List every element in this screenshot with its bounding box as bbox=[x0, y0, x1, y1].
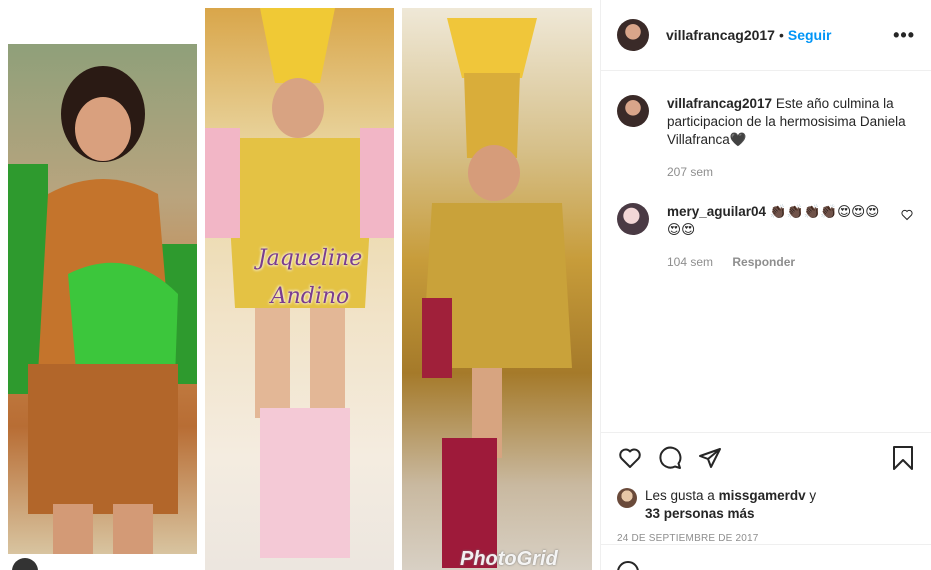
comment-like-icon[interactable] bbox=[901, 209, 915, 271]
comment-username[interactable]: mery_aguilar04 bbox=[667, 204, 766, 219]
caption: villafrancag2017 Este año culmina la par… bbox=[617, 71, 915, 181]
comment-body: mery_aguilar04 👏🏿👏🏿👏🏿👏🏿😍😍😍😍😍 104 sem Res… bbox=[667, 203, 891, 271]
comment-item: mery_aguilar04 👏🏿👏🏿👏🏿👏🏿😍😍😍😍😍 104 sem Res… bbox=[617, 181, 915, 271]
caption-username[interactable]: villafrancag2017 bbox=[667, 96, 772, 111]
likes-connector: y bbox=[809, 488, 817, 503]
follow-button[interactable]: Seguir bbox=[788, 27, 832, 43]
avatar[interactable] bbox=[617, 203, 649, 235]
photo-panel-center: Jaqueline Andino bbox=[205, 8, 394, 570]
comment-icon[interactable] bbox=[657, 445, 683, 471]
likes-others-link[interactable]: 33 personas más bbox=[645, 506, 755, 521]
likes-summary: Les gusta a missgamerdv y 33 personas má… bbox=[617, 487, 916, 523]
avatar[interactable] bbox=[617, 488, 637, 508]
comment-age[interactable]: 104 sem bbox=[667, 255, 713, 269]
photogrid-watermark: PhotoGrid bbox=[460, 548, 558, 570]
post-dialog: Jaqueline Andino PhotoGrid villafrancag2… bbox=[0, 0, 931, 570]
likes-text: Les gusta a missgamerdv y 33 personas má… bbox=[645, 487, 816, 523]
reply-button[interactable]: Responder bbox=[732, 255, 795, 269]
header-separator: • bbox=[778, 27, 784, 43]
photo-overlay-first-name: Jaqueline bbox=[257, 246, 363, 271]
caption-meta: 207 sem bbox=[667, 163, 915, 181]
photo-overlay-last-name: Andino bbox=[270, 284, 350, 309]
photo-panel-left bbox=[8, 44, 197, 554]
likes-user-link[interactable]: missgamerdv bbox=[719, 488, 806, 503]
photo-panel-right bbox=[402, 8, 592, 570]
costume-drum-major-illustration bbox=[422, 18, 572, 568]
costume-green-illustration bbox=[8, 66, 197, 554]
post-date[interactable]: 24 DE SEPTIEMBRE DE 2017 bbox=[617, 533, 916, 544]
post-photo[interactable]: Jaqueline Andino PhotoGrid bbox=[0, 0, 600, 570]
emoji-icon[interactable] bbox=[617, 561, 639, 570]
caption-age[interactable]: 207 sem bbox=[667, 165, 713, 179]
post-header: villafrancag2017 • Seguir ••• bbox=[601, 0, 931, 71]
add-comment-bar[interactable] bbox=[601, 544, 931, 570]
bookmark-icon[interactable] bbox=[890, 445, 916, 471]
share-icon[interactable] bbox=[697, 445, 723, 471]
action-icons bbox=[617, 443, 916, 473]
post-actions: Les gusta a missgamerdv y 33 personas má… bbox=[601, 432, 931, 544]
header-username[interactable]: villafrancag2017 bbox=[666, 27, 775, 43]
avatar[interactable] bbox=[617, 95, 649, 127]
likes-prefix: Les gusta a bbox=[645, 488, 715, 503]
more-options-icon[interactable]: ••• bbox=[893, 25, 915, 46]
caption-body: villafrancag2017 Este año culmina la par… bbox=[667, 95, 915, 181]
comments-list: villafrancag2017 Este año culmina la par… bbox=[601, 71, 931, 271]
avatar[interactable] bbox=[617, 19, 649, 51]
post-sidebar: villafrancag2017 • Seguir ••• villafranc… bbox=[600, 0, 931, 570]
heart-icon[interactable] bbox=[617, 445, 643, 471]
tag-indicator-icon[interactable] bbox=[12, 558, 38, 570]
comment-meta: 104 sem Responder bbox=[667, 253, 891, 271]
